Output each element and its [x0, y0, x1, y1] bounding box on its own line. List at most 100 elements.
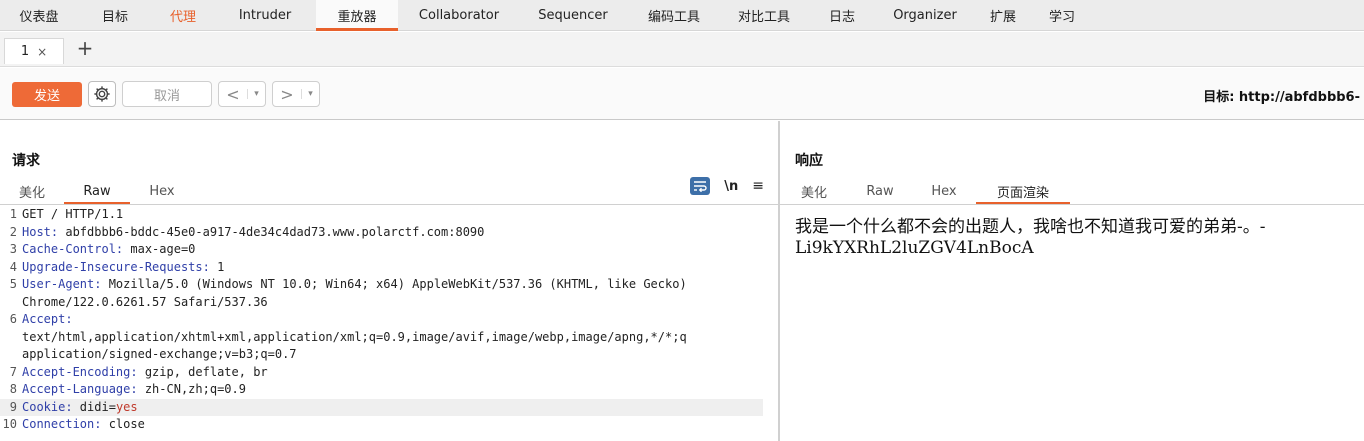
line-text: Connection: close — [22, 416, 145, 434]
line-number: 6 — [9, 312, 17, 326]
line-text: application/signed-exchange;v=b3;q=0.7 — [22, 346, 297, 364]
gear-icon — [94, 86, 110, 102]
code-line[interactable]: 10 Connection: close — [0, 416, 778, 434]
response-tab-hex[interactable]: Hex — [912, 178, 976, 204]
line-text: Accept-Language: zh-CN,zh;q=0.9 — [22, 381, 246, 399]
line-text: Cache-Control: max-age=0 — [22, 241, 195, 259]
header-key: Accept: — [22, 312, 73, 326]
response-tab-pretty[interactable]: 美化 — [780, 178, 848, 204]
cancel-button[interactable]: 取消 — [122, 81, 212, 107]
code-line[interactable]: 4 Upgrade-Insecure-Requests: 1 — [0, 259, 778, 277]
tab-label: 1 — [20, 44, 30, 59]
header-value: GET / HTTP/1.1 — [22, 207, 124, 221]
menu-item[interactable]: Organizer — [878, 0, 972, 30]
request-tab-hex[interactable]: Hex — [130, 178, 194, 204]
divider — [0, 204, 778, 205]
menu-item[interactable]: 目标 — [78, 0, 152, 30]
add-tab-button[interactable]: + — [76, 38, 94, 60]
header-value: Mozilla/5.0 (Windows NT 10.0; Win64; x64… — [101, 277, 687, 291]
header-value: didi= — [72, 399, 116, 414]
menu-item[interactable]: Sequencer — [520, 0, 626, 30]
line-number — [0, 346, 22, 364]
menu-item[interactable]: 代理 — [152, 0, 214, 30]
line-text: Upgrade-Insecure-Requests: 1 — [22, 259, 224, 277]
code-line[interactable]: 5 User-Agent: Mozilla/5.0 (Windows NT 10.… — [0, 276, 778, 294]
line-text: Accept: — [22, 311, 73, 329]
request-tab-pretty[interactable]: 美化 — [0, 178, 64, 204]
line-number — [0, 329, 22, 347]
code-line[interactable]: 1 GET / HTTP/1.1 — [0, 206, 778, 224]
line-number: 7 — [9, 364, 17, 379]
line-text: Accept-Encoding: gzip, deflate, br — [22, 364, 268, 382]
menu-item[interactable]: 仪表盘 — [0, 0, 78, 30]
menu-item[interactable]: 日志 — [806, 0, 878, 30]
menu-item[interactable]: Intruder — [214, 0, 316, 30]
header-value: application/signed-exchange;v=b3;q=0.7 — [22, 347, 297, 361]
menu-item[interactable]: 对比工具 — [722, 0, 806, 30]
request-editor-tools: \n ≡ — [690, 177, 764, 195]
response-title: 响应 — [795, 153, 823, 169]
repeater-tab-1[interactable]: 1 × — [4, 38, 64, 64]
code-line[interactable]: application/signed-exchange;v=b3;q=0.7 — [0, 346, 778, 364]
menu-item[interactable]: 重放器 — [316, 0, 398, 31]
line-text: text/html,application/xhtml+xml,applicat… — [22, 329, 687, 347]
line-number — [0, 294, 22, 312]
target-label[interactable]: 目标: http://abfdbbb6- — [1203, 86, 1360, 105]
code-line[interactable]: 8 Accept-Language: zh-CN,zh;q=0.9 — [0, 381, 778, 399]
request-title: 请求 — [12, 153, 40, 169]
header-value: 1 — [209, 259, 225, 274]
header-value: zh-CN,zh;q=0.9 — [137, 382, 246, 396]
settings-button[interactable] — [88, 81, 116, 107]
code-line[interactable]: 3 Cache-Control: max-age=0 — [0, 241, 778, 259]
chevron-left-icon: < — [226, 84, 240, 104]
word-wrap-icon[interactable] — [690, 177, 711, 195]
menu-item[interactable]: Collaborator — [398, 0, 520, 30]
send-button[interactable]: 发送 — [12, 82, 82, 107]
tab-close-icon[interactable]: × — [37, 45, 47, 59]
line-number: 5 — [9, 277, 17, 291]
request-toolbar: 发送 取消 < ▾ > ▾ 目标: http://abfdbbb6- — [0, 68, 1364, 120]
hamburger-menu-icon[interactable]: ≡ — [752, 178, 764, 194]
header-key: Cache-Control: — [22, 242, 124, 256]
header-key: Accept-Encoding: — [22, 364, 138, 379]
response-pane: 响应 美化 Raw Hex 页面渲染 我是一个什么都不会的出题人，我啥也不知道我… — [780, 121, 1364, 441]
history-forward-button[interactable]: > ▾ — [272, 81, 320, 107]
response-tab-raw[interactable]: Raw — [848, 178, 912, 204]
rendered-page-text: 我是一个什么都不会的出题人，我啥也不知道我可爱的弟弟-。-Li9kYXRhL2l… — [795, 217, 1266, 258]
response-tab-render[interactable]: 页面渲染 — [976, 178, 1070, 204]
line-text: Chrome/122.0.6261.57 Safari/537.36 — [22, 294, 268, 312]
header-value: text/html,application/xhtml+xml,applicat… — [22, 329, 687, 344]
header-value: abfdbbb6-bddc-45e0-a917-4de34c4dad73.www… — [58, 224, 485, 239]
history-back-button[interactable]: < ▾ — [218, 81, 266, 107]
menu-item[interactable]: 扩展 — [972, 0, 1034, 30]
menu-item[interactable]: 编码工具 — [626, 0, 722, 30]
cookie-value: yes — [115, 399, 138, 414]
dropdown-icon[interactable]: ▾ — [301, 89, 319, 99]
code-line[interactable]: 7 Accept-Encoding: gzip, deflate, br — [0, 364, 778, 382]
line-text: GET / HTTP/1.1 — [22, 206, 123, 224]
code-line[interactable]: 6 Accept: — [0, 311, 778, 329]
code-line[interactable]: Chrome/122.0.6261.57 Safari/537.36 — [0, 294, 778, 312]
line-number: 4 — [9, 259, 17, 274]
code-line[interactable]: 9 Cookie: didi=yes — [0, 398, 763, 416]
header-value: Chrome/122.0.6261.57 Safari/537.36 — [22, 294, 268, 309]
response-subtabs: 美化 Raw Hex 页面渲染 — [780, 178, 1070, 204]
header-key: Cookie: — [22, 399, 73, 414]
code-line[interactable]: text/html,application/xhtml+xml,applicat… — [0, 329, 778, 347]
dropdown-icon[interactable]: ▾ — [247, 89, 265, 99]
header-key: User-Agent: — [22, 277, 102, 291]
menu-item[interactable]: 学习 — [1034, 0, 1090, 30]
main-menubar: 仪表盘 目标 代理 Intruder 重放器 Collaborator Sequencer 编… — [0, 0, 1364, 31]
request-editor[interactable]: 1 GET / HTTP/1.1 2 Host: abfdbbb6-bddc-45e0… — [0, 206, 778, 434]
newline-toggle-icon[interactable]: \n — [724, 179, 738, 194]
repeater-tab-strip: 1 × + — [0, 32, 1364, 67]
request-tab-raw[interactable]: Raw — [64, 178, 130, 204]
line-number: 8 — [9, 382, 17, 396]
header-value: gzip, deflate, br — [137, 364, 268, 379]
chevron-right-icon: > — [280, 84, 294, 104]
header-key: Host: — [22, 224, 59, 239]
line-number: 3 — [9, 242, 17, 256]
code-line[interactable]: 2 Host: abfdbbb6-bddc-45e0-a917-4de34c4da… — [0, 224, 778, 242]
header-value: close — [101, 417, 145, 431]
line-number: 10 — [2, 417, 17, 431]
